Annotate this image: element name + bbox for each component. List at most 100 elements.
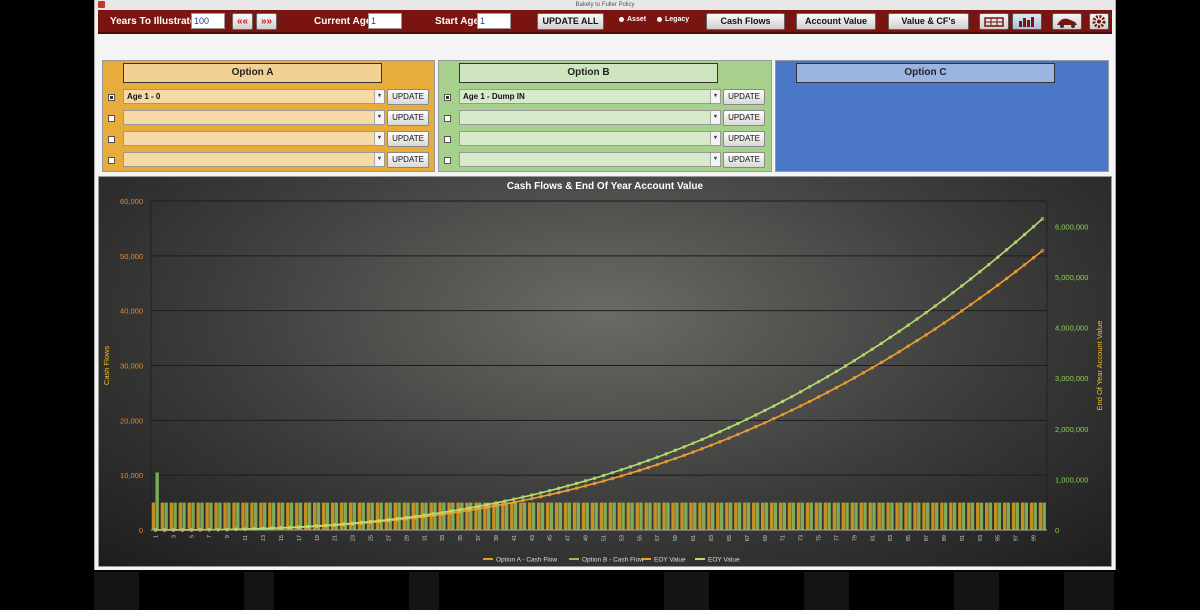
row-checkbox[interactable] (444, 115, 451, 122)
bar-option-a (796, 502, 801, 530)
y-tick-label: 0 (139, 526, 143, 535)
bar-option-a (662, 502, 666, 530)
bar-option-b (451, 502, 455, 530)
account-value-button[interactable]: Account Value (796, 13, 876, 30)
bar-option-a (778, 502, 783, 530)
double-left-arrow-icon[interactable]: «« (232, 13, 253, 30)
row-dropdown[interactable]: ▾ (459, 131, 721, 146)
bar-option-a (160, 502, 165, 530)
chevron-down-icon[interactable]: ▾ (710, 153, 720, 166)
gear-icon[interactable] (1089, 13, 1109, 30)
x-tick-label: 93 (978, 535, 984, 541)
chevron-down-icon[interactable]: ▾ (710, 90, 720, 103)
bar-option-b (504, 502, 509, 530)
row-checkbox[interactable] (444, 94, 451, 101)
bar-option-a (617, 502, 622, 530)
bar-option-a (653, 502, 657, 530)
chevron-down-icon[interactable]: ▾ (374, 90, 384, 103)
y-tick-label: 50,000 (120, 252, 143, 261)
value-cfs-button[interactable]: Value & CF's (888, 13, 969, 30)
row-dropdown[interactable]: Age 1 - 0 ▾ (123, 89, 385, 104)
bar-option-b (397, 502, 401, 530)
x-tick-label: 53 (619, 535, 625, 541)
bar-option-b (728, 502, 733, 530)
bar-option-b (818, 502, 822, 530)
bar-chart-icon[interactable] (1012, 13, 1042, 30)
row-update-button[interactable]: UPDATE (387, 89, 429, 105)
bar-option-b (155, 472, 159, 530)
row-update-button[interactable]: UPDATE (723, 131, 765, 147)
row-checkbox[interactable] (444, 136, 451, 143)
bar-option-b (854, 502, 858, 530)
bar-option-b (603, 502, 607, 530)
bar-option-a (752, 502, 756, 530)
chevron-down-icon[interactable]: ▾ (374, 132, 384, 145)
update-all-button[interactable]: UPDATE ALL (537, 13, 604, 30)
bar-option-b (952, 502, 957, 530)
row-update-button[interactable]: UPDATE (723, 152, 765, 168)
app-icon (98, 1, 105, 8)
car-icon[interactable] (1052, 13, 1082, 30)
y2-tick-label: 4,000,000 (1055, 324, 1088, 333)
option-a-row: Age 1 - 0 ▾ UPDATE (103, 88, 434, 106)
y-tick-label: 40,000 (120, 307, 143, 316)
bar-option-b (935, 502, 939, 530)
row-update-button[interactable]: UPDATE (387, 110, 429, 126)
double-right-arrow-icon[interactable]: »» (256, 13, 277, 30)
row-dropdown[interactable]: ▾ (459, 110, 721, 125)
years-input[interactable]: 100 (191, 13, 225, 29)
row-update-button[interactable]: UPDATE (723, 89, 765, 105)
chevron-down-icon[interactable]: ▾ (374, 111, 384, 124)
row-update-button[interactable]: UPDATE (387, 131, 429, 147)
bar-option-a (725, 502, 729, 530)
row-dropdown[interactable]: ▾ (123, 110, 385, 125)
legend-label: Option A - Cash Flow (496, 557, 557, 564)
x-tick-label: 11 (243, 535, 249, 541)
row-update-button[interactable]: UPDATE (723, 110, 765, 126)
decorative-block (244, 572, 274, 610)
row-dropdown[interactable]: ▾ (123, 152, 385, 167)
y-axis-title: Cash Flows (102, 346, 111, 385)
bar-option-b (352, 502, 356, 530)
bar-option-b (890, 502, 894, 530)
bar-option-a (680, 502, 684, 530)
row-dropdown[interactable]: ▾ (123, 131, 385, 146)
row-dropdown[interactable]: Age 1 - Dump IN ▾ (459, 89, 721, 104)
row-checkbox[interactable] (108, 115, 115, 122)
row-dropdown-value: Age 1 - Dump IN (463, 92, 525, 101)
chevron-down-icon[interactable]: ▾ (710, 132, 720, 145)
row-update-button[interactable]: UPDATE (387, 152, 429, 168)
row-checkbox[interactable] (108, 157, 115, 164)
table-icon[interactable] (979, 13, 1009, 30)
start-age-label: Start Age: (435, 16, 483, 27)
bar-option-b (800, 502, 804, 530)
row-dropdown[interactable]: ▾ (459, 152, 721, 167)
current-age-label: Current Age: (314, 16, 375, 27)
bar-option-b (522, 502, 527, 530)
row-checkbox[interactable] (108, 94, 115, 101)
bar-option-b (719, 502, 724, 530)
x-tick-label: 41 (512, 535, 518, 541)
x-tick-label: 43 (530, 535, 536, 541)
cash-flows-button[interactable]: Cash Flows (706, 13, 785, 30)
chevron-down-icon[interactable]: ▾ (374, 153, 384, 166)
x-tick-label: 97 (1014, 535, 1020, 541)
bar-option-b (836, 502, 840, 530)
x-tick-label: 45 (548, 535, 554, 541)
x-tick-label: 63 (709, 535, 715, 541)
row-checkbox[interactable] (444, 157, 451, 164)
bar-option-a (250, 502, 254, 530)
bar-option-a (214, 502, 218, 530)
x-tick-label: 39 (494, 535, 500, 541)
x-tick-label: 89 (942, 535, 948, 541)
bar-option-a (554, 502, 559, 530)
bar-option-a (169, 502, 174, 530)
row-checkbox[interactable] (108, 136, 115, 143)
start-age-input[interactable]: 1 (477, 13, 511, 29)
bar-option-a (707, 502, 711, 530)
radio-asset[interactable]: Asset (619, 16, 646, 23)
radio-legacy[interactable]: Legacy (657, 16, 689, 23)
chevron-down-icon[interactable]: ▾ (710, 111, 720, 124)
decorative-block (1064, 572, 1114, 610)
current-age-input[interactable]: 1 (368, 13, 402, 29)
